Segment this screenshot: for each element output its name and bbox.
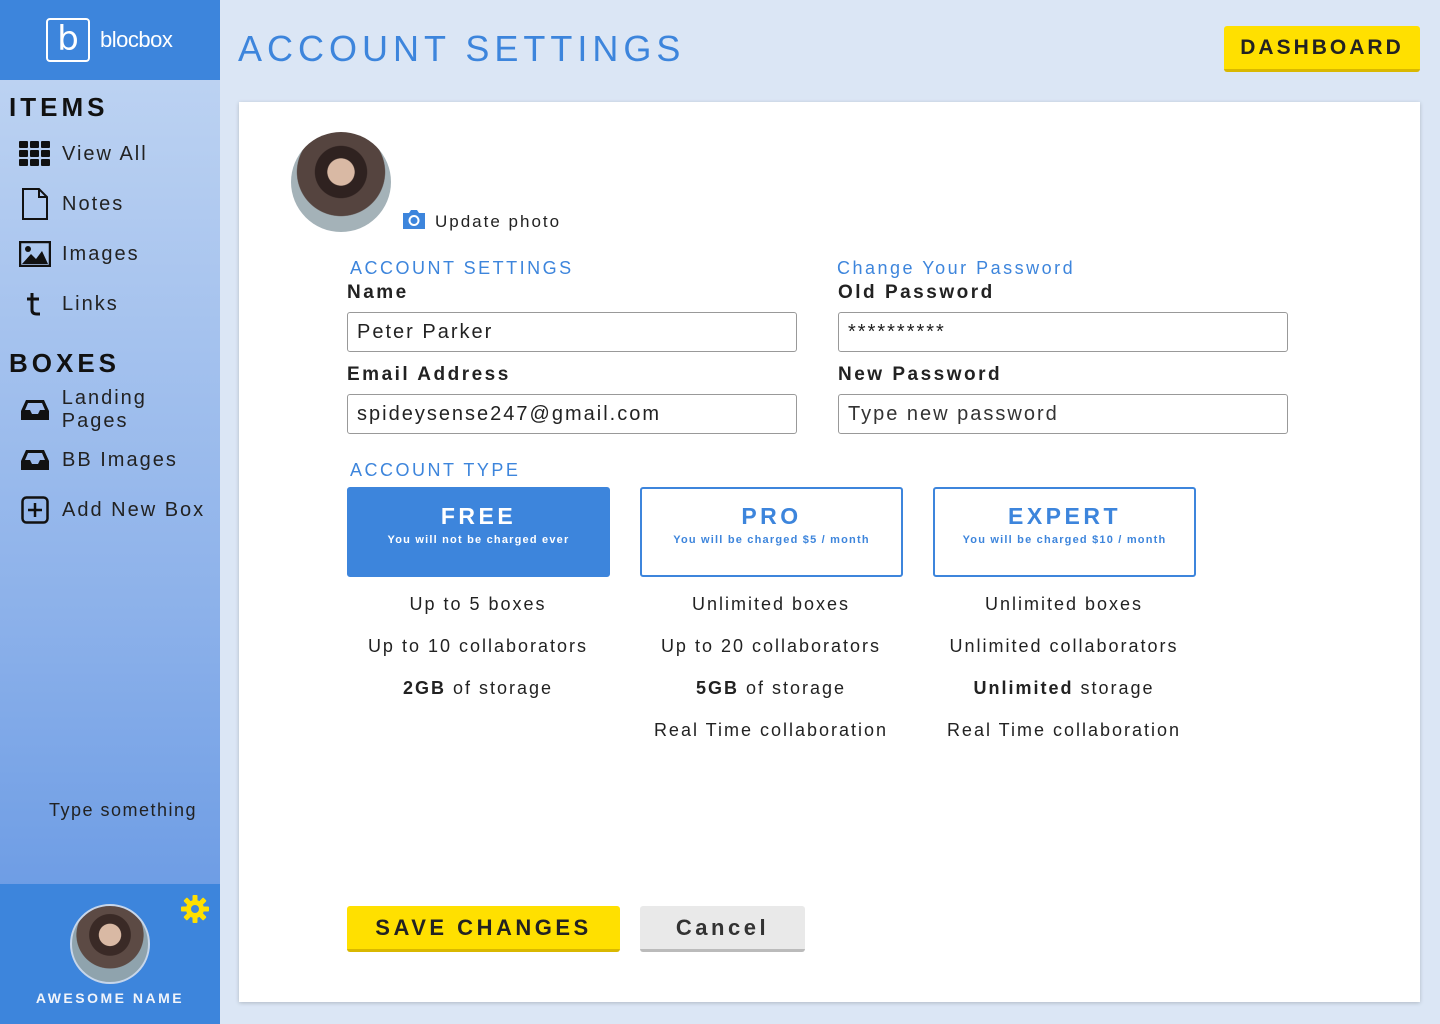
change-password-heading: Change Your Password: [837, 258, 1076, 278]
old-password-label: Old Password: [838, 282, 995, 303]
new-password-field[interactable]: [838, 394, 1288, 434]
sidebar-item-label: View All: [62, 142, 148, 165]
plan-description: You will not be charged ever: [387, 534, 570, 546]
user-name: AWESOME NAME: [35, 990, 185, 1006]
plan-feature: 2GB of storage: [402, 678, 554, 698]
plan-name: FREE: [440, 503, 517, 529]
account-type-heading: ACCOUNT TYPE: [350, 460, 521, 480]
sidebar: b blocbox ITEMS View All Notes Images Li…: [0, 0, 220, 1024]
plan-expert-option[interactable]: EXPERT You will be charged $10 / month: [933, 487, 1196, 577]
logo-mark-icon: b: [46, 18, 90, 62]
sidebar-item-label: BB Images: [62, 448, 178, 471]
logo[interactable]: b blocbox: [0, 0, 220, 80]
name-field[interactable]: [347, 312, 797, 352]
links-t-icon: [18, 287, 52, 321]
boxes-section-title: BOXES: [9, 348, 121, 378]
plan-feature: Real Time collaboration: [653, 720, 889, 740]
update-photo-label: Update photo: [435, 211, 562, 231]
sidebar-item-label: Landing Pages: [61, 387, 147, 432]
update-photo-button[interactable]: Update photo: [401, 208, 561, 235]
inbox-icon: [18, 443, 52, 477]
plan-feature: Unlimited boxes: [691, 594, 851, 614]
profile-photo: [291, 132, 391, 232]
image-icon: [18, 237, 52, 271]
plan-feature: Unlimited storage: [973, 678, 1155, 698]
name-label: Name: [347, 282, 409, 303]
gear-icon[interactable]: [180, 894, 210, 924]
plan-feature: Unlimited collaborators: [949, 636, 1179, 656]
sidebar-item-bb-images[interactable]: BB Images: [18, 442, 178, 478]
email-field[interactable]: [347, 394, 797, 434]
cancel-button[interactable]: Cancel: [640, 906, 805, 952]
account-settings-heading: ACCOUNT SETTINGS: [350, 258, 574, 278]
sidebar-item-view-all[interactable]: View All: [18, 136, 148, 172]
settings-card: Update photo ACCOUNT SETTINGS Name Email…: [239, 102, 1420, 1002]
old-password-field[interactable]: [838, 312, 1288, 352]
email-label: Email Address: [347, 364, 511, 385]
plan-feature: Up to 5 boxes: [409, 594, 547, 614]
sidebar-item-label: Links: [62, 292, 119, 315]
camera-icon: [401, 208, 427, 235]
plan-name: EXPERT: [1007, 503, 1122, 529]
page-title: ACCOUNT SETTINGS: [238, 28, 686, 69]
inbox-icon: [18, 393, 52, 427]
plan-description: You will be charged $5 / month: [673, 534, 870, 546]
plan-pro-option[interactable]: PRO You will be charged $5 / month: [640, 487, 903, 577]
plan-feature: Up to 10 collaborators: [367, 636, 589, 656]
sidebar-item-label: Add New Box: [62, 498, 206, 521]
sidebar-item-landing-pages[interactable]: Landing Pages: [18, 387, 220, 432]
sidebar-item-label: Images: [62, 242, 140, 265]
plus-box-icon: [18, 493, 52, 527]
sidebar-item-images[interactable]: Images: [18, 236, 140, 272]
plan-feature: Up to 20 collaborators: [660, 636, 882, 656]
document-icon: [18, 187, 52, 221]
sidebar-item-links[interactable]: Links: [18, 286, 119, 322]
grid-icon: [18, 137, 52, 171]
save-changes-button[interactable]: SAVE CHANGES: [347, 906, 620, 952]
plan-name: PRO: [741, 503, 802, 529]
avatar[interactable]: [70, 904, 150, 984]
sidebar-item-add-new-box[interactable]: Add New Box: [18, 492, 205, 528]
sidebar-item-label: Notes: [62, 192, 125, 215]
logo-text: blocbox: [100, 27, 173, 52]
plan-feature: Unlimited boxes: [984, 594, 1144, 614]
dashboard-button[interactable]: DASHBOARD: [1224, 26, 1420, 72]
plan-free-option[interactable]: FREE You will not be charged ever: [347, 487, 610, 577]
items-section-title: ITEMS: [9, 92, 109, 122]
type-something-text[interactable]: Type something: [49, 800, 197, 821]
new-password-label: New Password: [838, 364, 1003, 385]
sidebar-item-notes[interactable]: Notes: [18, 186, 124, 222]
plan-description: You will be charged $10 / month: [962, 534, 1167, 546]
plan-feature: 5GB of storage: [695, 678, 847, 698]
plan-feature: Real Time collaboration: [946, 720, 1182, 740]
